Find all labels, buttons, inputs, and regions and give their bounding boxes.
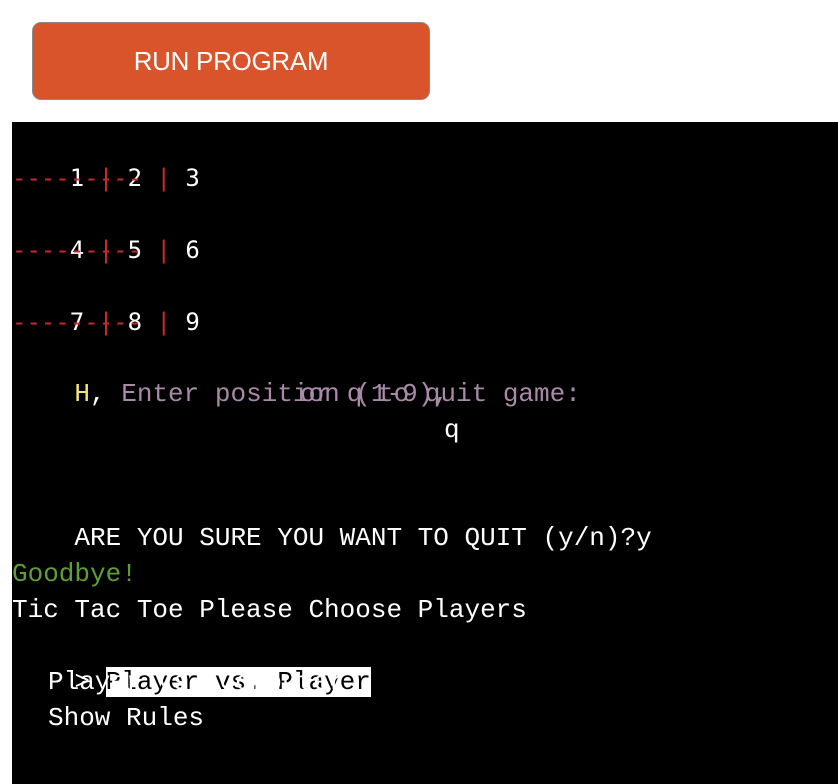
menu-title: Tic Tac Toe Please Choose Players (12, 595, 527, 625)
quit-question: ARE YOU SURE YOU WANT TO QUIT (y/n)? (74, 523, 637, 553)
prompt-input[interactable]: q (444, 412, 460, 448)
board-row-1: 1 | 2 | 3 (12, 124, 200, 192)
board-cell-9: 9 (185, 308, 200, 336)
cell-separator: | (156, 236, 171, 264)
menu-item-show-rules[interactable]: Show Rules (48, 700, 204, 736)
board-cell-6: 6 (185, 236, 200, 264)
quit-answer[interactable]: y (636, 523, 652, 553)
menu-item-player-vs-computer[interactable]: Player vs. Computer (48, 664, 344, 700)
goodbye-message: Goodbye! (12, 559, 137, 589)
cell-separator: | (156, 164, 171, 192)
terminal[interactable]: 1 | 2 | 3 --------- 4 | 5 | 6 --------- … (12, 122, 838, 784)
board-row-separator: --------- (12, 236, 143, 264)
prompt-comma: , (90, 379, 106, 409)
run-program-button[interactable]: RUN PROGRAM (32, 22, 430, 100)
prompt-line-2: or q to quit game: (300, 379, 581, 409)
current-player: H (74, 379, 91, 409)
cell-separator: | (156, 308, 171, 336)
quit-confirmation: ARE YOU SURE YOU WANT TO QUIT (y/n)?y (12, 484, 651, 553)
board-row-2: 4 | 5 | 6 (12, 196, 200, 264)
menu-item-player-vs-player[interactable]: > Player vs. Player (12, 628, 371, 697)
board-row-3: 7 | 8 | 9 (12, 268, 200, 336)
board-cell-3: 3 (185, 164, 200, 192)
board-row-separator: --------- (12, 164, 143, 192)
position-prompt: H, Enter position (1-9), (12, 340, 448, 409)
board-row-separator: --------- (12, 308, 143, 336)
